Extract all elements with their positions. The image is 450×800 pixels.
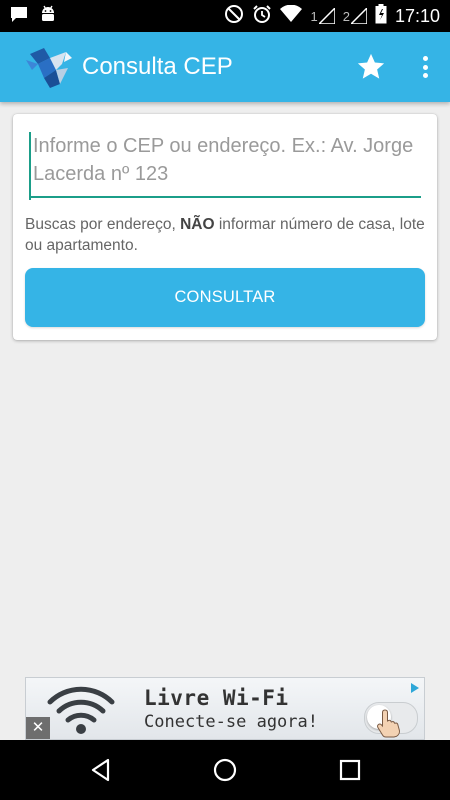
cep-search-input[interactable] (29, 132, 423, 200)
status-time: 17:10 (394, 5, 440, 26)
bird-logo-icon (26, 48, 72, 88)
ad-close-button[interactable]: ✕ (26, 717, 50, 739)
input-underline (29, 196, 421, 198)
menu-dot (422, 64, 428, 70)
back-icon[interactable] (88, 757, 114, 783)
star-icon[interactable] (356, 52, 386, 82)
navigation-bar (0, 740, 450, 800)
wifi-icon (280, 4, 303, 28)
more-vert-icon[interactable] (420, 52, 430, 82)
sim2-label: 2 (342, 8, 350, 24)
hint-prefix: Buscas por endereço, (25, 216, 181, 233)
alarm-icon (252, 4, 272, 29)
menu-dot (422, 73, 428, 78)
recents-icon[interactable] (337, 757, 363, 783)
battery-icon (375, 3, 387, 29)
ad-title: Livre Wi-Fi (144, 686, 289, 710)
ad-banner[interactable]: Livre Wi-Fi Conecte-se agora! ✕ (25, 677, 425, 740)
notification-message-icon (10, 5, 28, 28)
sim2-signal: 2 (343, 8, 367, 24)
menu-dot (422, 56, 428, 61)
status-bar: 1 2 17:10 (0, 0, 450, 32)
android-icon (40, 5, 56, 28)
app-bar: Consulta CEP (0, 32, 450, 102)
search-hint: Buscas por endereço, NÃO informar número… (25, 214, 425, 256)
home-icon[interactable] (212, 757, 238, 783)
consult-button[interactable]: CONSULTAR (25, 268, 425, 327)
app-title: Consulta CEP (82, 53, 233, 80)
wifi-icon (47, 686, 115, 734)
hand-pointer-icon (377, 709, 400, 738)
status-bar-right: 1 2 17:10 (224, 3, 440, 29)
signal-icon (350, 8, 367, 24)
ad-choices-icon[interactable] (410, 682, 420, 694)
status-bar-left (10, 5, 56, 28)
ad-subtitle: Conecte-se agora! (144, 712, 318, 732)
sim1-label: 1 (310, 8, 318, 24)
search-card: Buscas por endereço, NÃO informar número… (13, 114, 437, 340)
do-not-disturb-icon (224, 4, 244, 29)
sim1-signal: 1 (310, 8, 335, 24)
signal-icon (318, 8, 335, 24)
hint-bold: NÃO (180, 216, 215, 233)
